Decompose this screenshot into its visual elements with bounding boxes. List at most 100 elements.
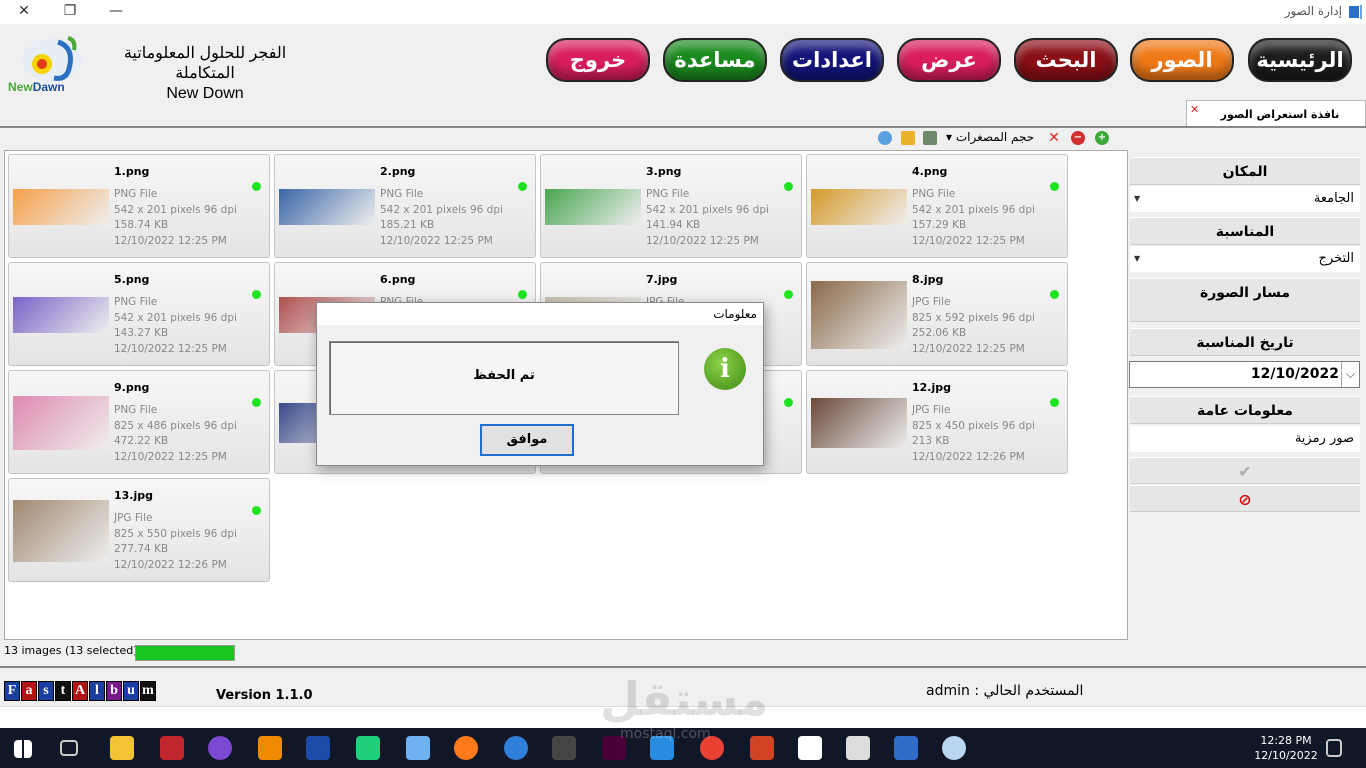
- brand-letter: a: [21, 681, 37, 701]
- restore-icon[interactable]: ❐: [60, 2, 80, 20]
- image-meta: PNG File 542 x 201 pixels 96 dpi 157.29 KB…: [912, 187, 1035, 249]
- clock-time: 12:28 PM: [1260, 734, 1312, 747]
- tab-close-icon[interactable]: ✕: [1190, 103, 1199, 116]
- chevron-down-icon[interactable]: ⌵: [1341, 362, 1359, 387]
- general-info-label: معلومات عامة: [1130, 396, 1360, 424]
- general-info-field[interactable]: صور رمزية: [1130, 426, 1360, 452]
- status-text: 13 images (13 selected): [4, 644, 138, 657]
- place-label: المكان: [1130, 157, 1360, 185]
- image-dims: 542 x 201 pixels 96 dpi: [380, 203, 503, 216]
- pdf-icon[interactable]: [798, 736, 822, 760]
- link-icon[interactable]: [306, 736, 330, 760]
- image-settings-icon[interactable]: [923, 131, 937, 145]
- clock-date: 12/10/2022: [1254, 749, 1318, 762]
- dialog-title: معلومات: [317, 303, 763, 325]
- image-name: 2.png: [380, 165, 416, 178]
- brand-letter: A: [72, 681, 88, 701]
- window-title: إدارة الصور: [1284, 4, 1342, 18]
- image-card[interactable]: 3.png PNG File 542 x 201 pixels 96 dpi 141.…: [540, 154, 802, 258]
- image-card[interactable]: 12.jpg JPG File 825 x 450 pixels 96 dpi 213…: [806, 370, 1068, 474]
- nav-view-button[interactable]: عرض: [897, 38, 1001, 82]
- add-icon[interactable]: +: [1095, 131, 1109, 145]
- occasion-date-picker[interactable]: 12/10/2022: [1129, 361, 1360, 388]
- nav-images-button[interactable]: الصور: [1130, 38, 1234, 82]
- image-meta: PNG File 542 x 201 pixels 96 dpi 158.74 KB…: [114, 187, 237, 249]
- ok-button[interactable]: موافق: [480, 424, 574, 456]
- image-card[interactable]: 8.jpg JPG File 825 x 592 pixels 96 dpi 252.…: [806, 262, 1068, 366]
- vlc-icon[interactable]: [258, 736, 282, 760]
- remove-icon[interactable]: −: [1071, 131, 1085, 145]
- image-card[interactable]: 1.png PNG File 542 x 201 pixels 96 dpi 158.…: [8, 154, 270, 258]
- thumbnail-size-dropdown[interactable]: حجم المصغرات ▾: [946, 130, 1034, 144]
- check-circle-icon[interactable]: [878, 131, 892, 145]
- confirm-icon[interactable]: ✔: [1130, 457, 1360, 484]
- image-type: PNG File: [912, 188, 956, 200]
- status-dot: [252, 290, 261, 299]
- image-card[interactable]: 9.png PNG File 825 x 486 pixels 96 dpi 472.…: [8, 370, 270, 474]
- clapperboard-icon[interactable]: [552, 736, 576, 760]
- delete-icon[interactable]: ✕: [1047, 131, 1061, 145]
- watermark: مستقل: [600, 672, 769, 726]
- image-name: 12.jpg: [912, 381, 952, 394]
- pycharm-icon[interactable]: [356, 736, 380, 760]
- image-dims: 825 x 550 pixels 96 dpi: [114, 527, 237, 540]
- info-icon: i: [704, 348, 746, 390]
- image-meta: PNG File 542 x 201 pixels 96 dpi 141.94 KB…: [646, 187, 769, 249]
- calculator-icon[interactable]: [846, 736, 870, 760]
- image-meta: JPG File 825 x 592 pixels 96 dpi 252.06 KB…: [912, 295, 1035, 357]
- status-dot: [1050, 182, 1059, 191]
- nav-search-button[interactable]: البحث: [1014, 38, 1118, 82]
- browser-icon[interactable]: [208, 736, 232, 760]
- image-card[interactable]: 13.jpg JPG File 825 x 550 pixels 96 dpi 277…: [8, 478, 270, 582]
- image-date: 12/10/2022 12:25 PM: [114, 342, 227, 355]
- nav-exit-button[interactable]: خروج: [546, 38, 650, 82]
- image-type: PNG File: [380, 188, 424, 200]
- image-name: 4.png: [912, 165, 948, 178]
- image-card[interactable]: 4.png PNG File 542 x 201 pixels 96 dpi 157.…: [806, 154, 1068, 258]
- occasion-select[interactable]: التخرج ▼: [1130, 246, 1360, 272]
- status-dot: [518, 182, 527, 191]
- powerpoint-icon[interactable]: [750, 736, 774, 760]
- image-size: 141.94 KB: [646, 219, 701, 231]
- minimize-icon[interactable]: —: [106, 2, 126, 20]
- status-dot: [252, 398, 261, 407]
- image-meta: JPG File 825 x 450 pixels 96 dpi 213 KB 12/…: [912, 403, 1035, 465]
- image-dims: 542 x 201 pixels 96 dpi: [912, 203, 1035, 216]
- image-card[interactable]: 5.png PNG File 542 x 201 pixels 96 dpi 143.…: [8, 262, 270, 366]
- cancel-icon[interactable]: ⦸: [1130, 485, 1360, 512]
- app-m-icon[interactable]: [504, 736, 528, 760]
- image-meta: PNG File 825 x 486 pixels 96 dpi 472.22 KB…: [114, 403, 237, 465]
- app-triangle-icon[interactable]: [406, 736, 430, 760]
- nav-home-button[interactable]: الرئيسية: [1248, 38, 1352, 82]
- status-dot: [784, 398, 793, 407]
- brand-letter: t: [55, 681, 71, 701]
- firefox-icon[interactable]: [454, 736, 478, 760]
- image-type: JPG File: [912, 296, 951, 308]
- thumbnail-image: [279, 189, 375, 225]
- thumbnail-image: [545, 189, 641, 225]
- nav-help-button[interactable]: مساعدة: [663, 38, 767, 82]
- logo-text: NewDawn: [8, 80, 65, 94]
- dialog-message: تم الحفظ: [473, 368, 535, 383]
- task-view-icon[interactable]: [60, 740, 78, 756]
- image-dims: 542 x 201 pixels 96 dpi: [114, 203, 237, 216]
- image-size: 213 KB: [912, 435, 950, 447]
- watermark-site: mostaql.com: [620, 726, 711, 742]
- file-explorer-icon[interactable]: [110, 736, 134, 760]
- brand-letter: l: [89, 681, 105, 701]
- toolbar: [0, 126, 1366, 150]
- clock[interactable]: 12:28 PM 12/10/2022: [1254, 733, 1318, 763]
- nav-settings-button[interactable]: اعدادات: [780, 38, 884, 82]
- folder-icon[interactable]: [901, 131, 915, 145]
- windows-start-icon[interactable]: [14, 740, 32, 758]
- image-card[interactable]: 2.png PNG File 542 x 201 pixels 96 dpi 185.…: [274, 154, 536, 258]
- security-icon[interactable]: [160, 736, 184, 760]
- brand-letter: b: [106, 681, 122, 701]
- image-manager-icon[interactable]: [894, 736, 918, 760]
- place-select[interactable]: الجامعة ▼: [1130, 186, 1360, 212]
- close-icon[interactable]: ✕: [14, 2, 34, 20]
- paint-icon[interactable]: [942, 736, 966, 760]
- image-path-label: مسار الصورة: [1130, 278, 1360, 322]
- status-dot: [518, 290, 527, 299]
- notification-icon[interactable]: [1326, 739, 1342, 757]
